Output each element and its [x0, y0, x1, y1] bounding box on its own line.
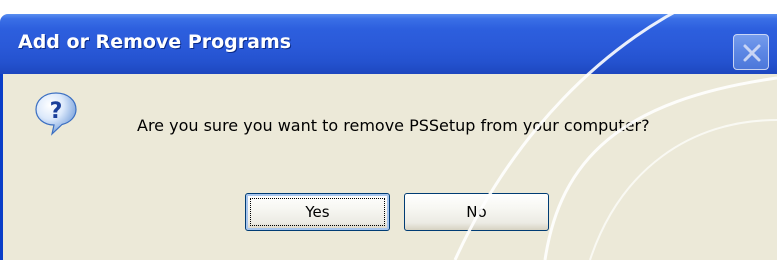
close-icon [743, 44, 761, 62]
title-bar[interactable]: Add or Remove Programs [0, 14, 777, 74]
no-button-label: No [466, 203, 487, 221]
yes-button-label: Yes [305, 203, 330, 221]
question-icon: ? [33, 90, 79, 136]
yes-button[interactable]: Yes [245, 193, 390, 231]
dialog-body [0, 74, 777, 260]
window-title: Add or Remove Programs [18, 31, 292, 53]
confirmation-message: Are you sure you want to remove PSSetup … [137, 116, 650, 135]
svg-text:?: ? [50, 99, 63, 124]
close-button[interactable] [733, 34, 769, 70]
no-button[interactable]: No [404, 193, 549, 231]
confirm-dialog: Add or Remove Programs ? Are you sure yo… [0, 0, 777, 260]
